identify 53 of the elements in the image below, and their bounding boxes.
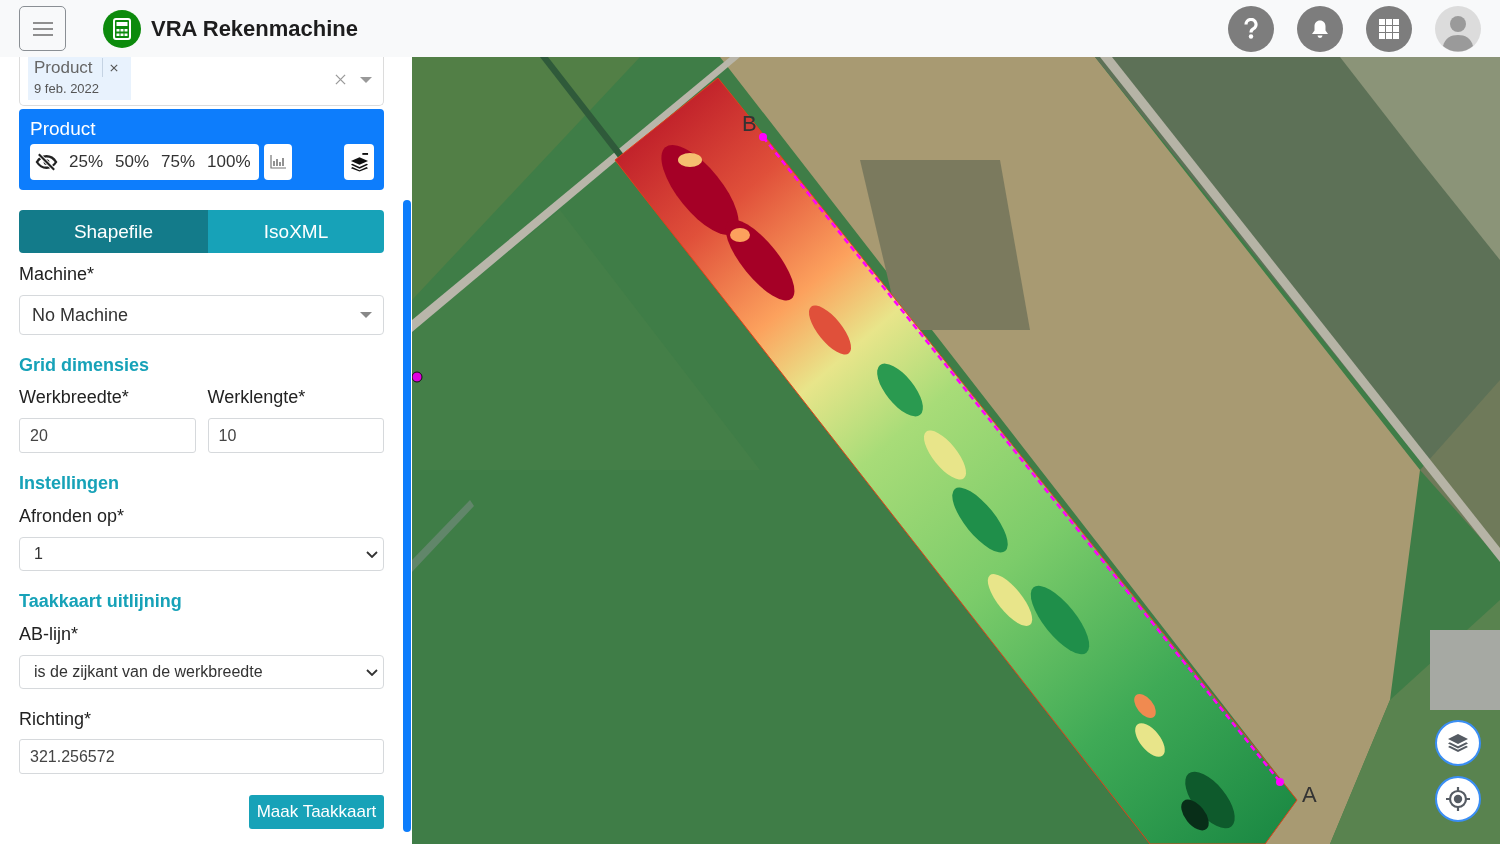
apps-grid-icon: [1379, 18, 1399, 39]
opacity-option[interactable]: 50%: [109, 144, 156, 180]
opacity-option[interactable]: 25%: [63, 144, 110, 180]
opacity-option[interactable]: 75%: [155, 144, 202, 180]
input-field[interactable]: 10: [207, 418, 384, 453]
layers-icon: [1448, 734, 1468, 752]
clear-icon[interactable]: [335, 74, 346, 85]
layer-title: Product: [30, 117, 97, 141]
field-label: Richting*: [19, 708, 93, 731]
chevron-down-icon: [366, 550, 378, 558]
input-field[interactable]: 20: [19, 418, 196, 453]
help-icon: [1244, 18, 1258, 39]
field-label: Werklengte*: [207, 386, 307, 409]
point-label: B: [742, 111, 757, 136]
user-avatar[interactable]: [1435, 5, 1481, 52]
point-marker-icon[interactable]: [412, 371, 423, 383]
layers-icon: [349, 152, 369, 172]
caret-down-icon[interactable]: [360, 77, 372, 83]
ab-line-select[interactable]: is de zijkant van de werkbreedte: [19, 655, 384, 689]
export-tab[interactable]: Shapefile: [19, 210, 208, 253]
tag-label: Product: [34, 57, 93, 78]
apps-button[interactable]: [1366, 5, 1412, 52]
field-label: Afronden op*: [19, 505, 126, 528]
bar-chart-icon: [269, 155, 286, 169]
rounding-select[interactable]: 1: [19, 537, 384, 571]
chart-button[interactable]: [263, 144, 292, 180]
menu-button[interactable]: [19, 6, 66, 51]
notifications-button[interactable]: [1297, 5, 1343, 52]
menu-icon: [32, 21, 53, 36]
remove-tag-icon[interactable]: [109, 63, 118, 72]
field-label: AB-lijn*: [19, 623, 80, 646]
section-heading: Grid dimensies: [19, 354, 151, 377]
layers-button[interactable]: [344, 144, 374, 180]
locate-icon: [1446, 787, 1470, 811]
eye-slash-icon[interactable]: [35, 153, 58, 171]
bell-icon: [1311, 18, 1329, 39]
point-label: A: [1302, 782, 1317, 807]
section-heading: Taakkaart uitlijning: [19, 590, 183, 613]
tag-date: 9 feb. 2022: [34, 81, 101, 96]
machine-select[interactable]: No Machine: [19, 295, 384, 335]
section-heading: Instellingen: [19, 472, 120, 495]
scrollbar-thumb[interactable]: [403, 200, 411, 832]
product-select[interactable]: Product 9 feb. 2022: [19, 57, 384, 106]
input-field[interactable]: 321.256572: [19, 739, 384, 774]
field-label: Machine*: [19, 263, 96, 286]
field-label: Werkbreedte*: [19, 386, 130, 409]
chevron-down-icon: [366, 668, 378, 676]
ab-line[interactable]: [759, 133, 1284, 786]
opacity-option[interactable]: 100%: [201, 144, 257, 180]
app-title: VRA Rekenmachine: [151, 15, 359, 42]
caret-down-icon: [360, 312, 372, 318]
help-button[interactable]: [1228, 5, 1274, 52]
calculator-logo-icon: [103, 9, 141, 48]
